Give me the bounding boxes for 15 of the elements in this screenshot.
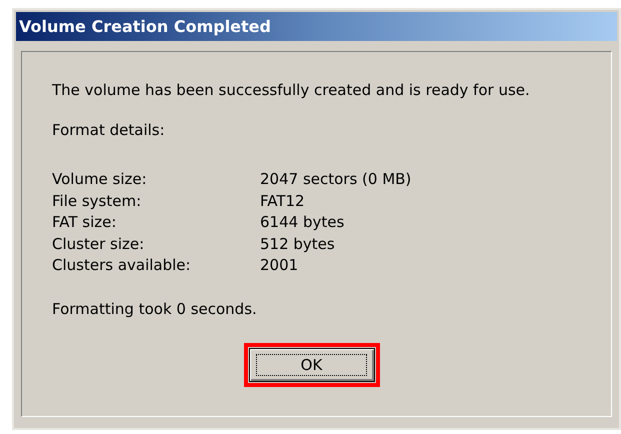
detail-value: 2001 <box>260 255 298 276</box>
detail-value: 2047 sectors (0 MB) <box>260 169 412 190</box>
detail-value: 6144 bytes <box>260 212 344 233</box>
footer-text: Formatting took 0 seconds. <box>52 298 258 318</box>
detail-value: FAT12 <box>260 190 305 212</box>
details-heading: Format details: <box>52 120 166 140</box>
detail-label: File system: <box>52 190 142 212</box>
detail-label: Cluster size: <box>52 234 146 254</box>
detail-label: Volume size: <box>52 169 148 190</box>
ok-button[interactable]: OK <box>248 348 374 382</box>
detail-label: FAT size: <box>52 212 118 233</box>
detail-label: Clusters available: <box>52 255 192 276</box>
window-title: Volume Creation Completed <box>19 16 271 38</box>
detail-value: 512 bytes <box>260 234 335 254</box>
message-text: The volume has been successfully created and is ready for use. <box>52 80 531 100</box>
